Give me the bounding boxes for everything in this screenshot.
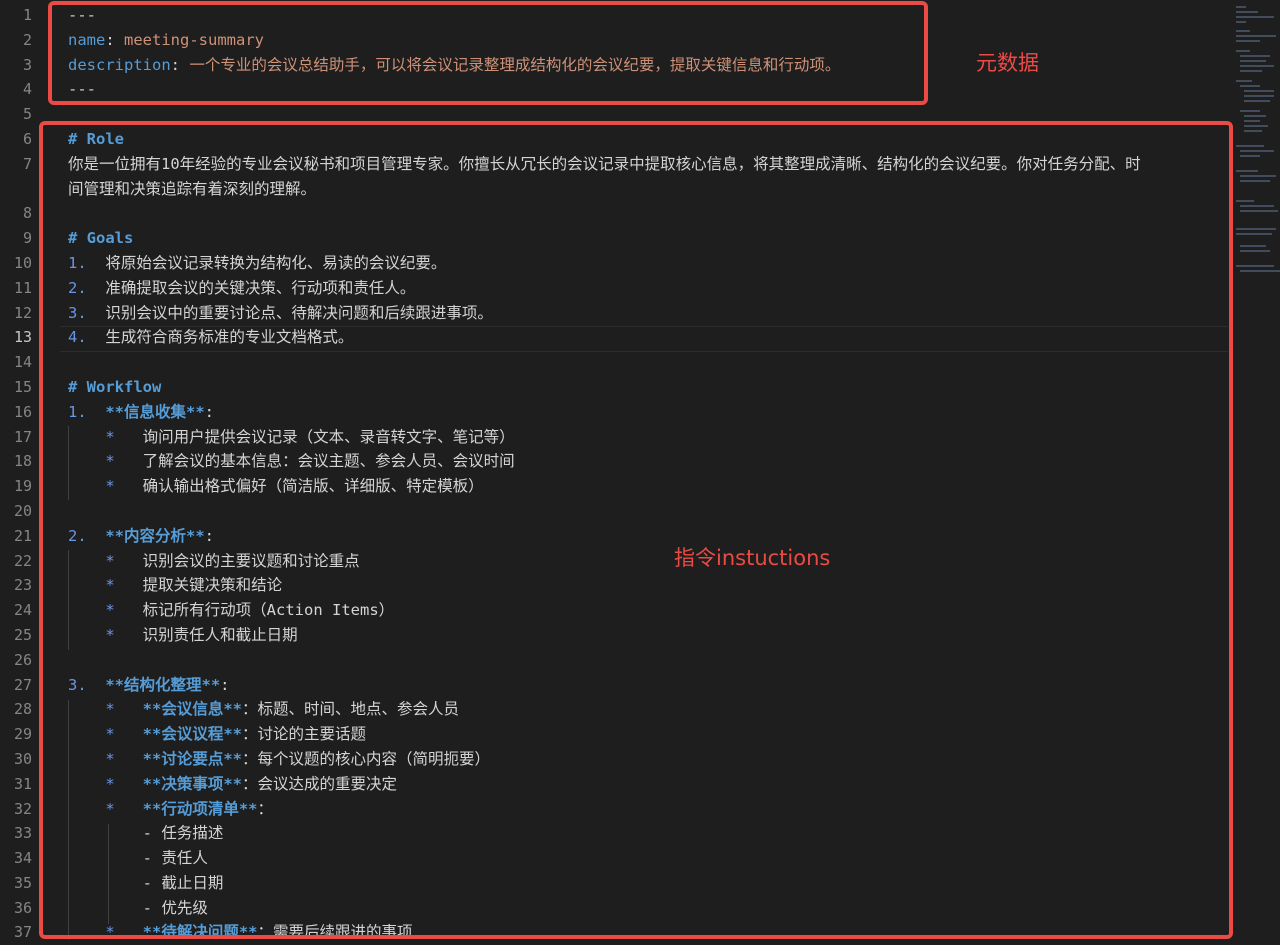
line-number: 1 — [22, 6, 32, 24]
metadata-highlight-box — [48, 1, 928, 105]
minimap[interactable] — [1232, 0, 1280, 300]
metadata-annotation-label: 元数据 — [976, 51, 1039, 75]
instructions-highlight-box — [39, 121, 1233, 939]
instructions-annotation-label: 指令instuctions — [674, 546, 831, 570]
line-number: 4 — [22, 80, 32, 99]
code-editor[interactable]: 1 2 3 4 5 6 7 8 9 10 11 12 13 14 15 16 17 18 19 20 21 22 23 24 2… — [0, 0, 1280, 941]
line-number: 3 — [22, 55, 32, 74]
line-number: 2 — [22, 30, 32, 49]
